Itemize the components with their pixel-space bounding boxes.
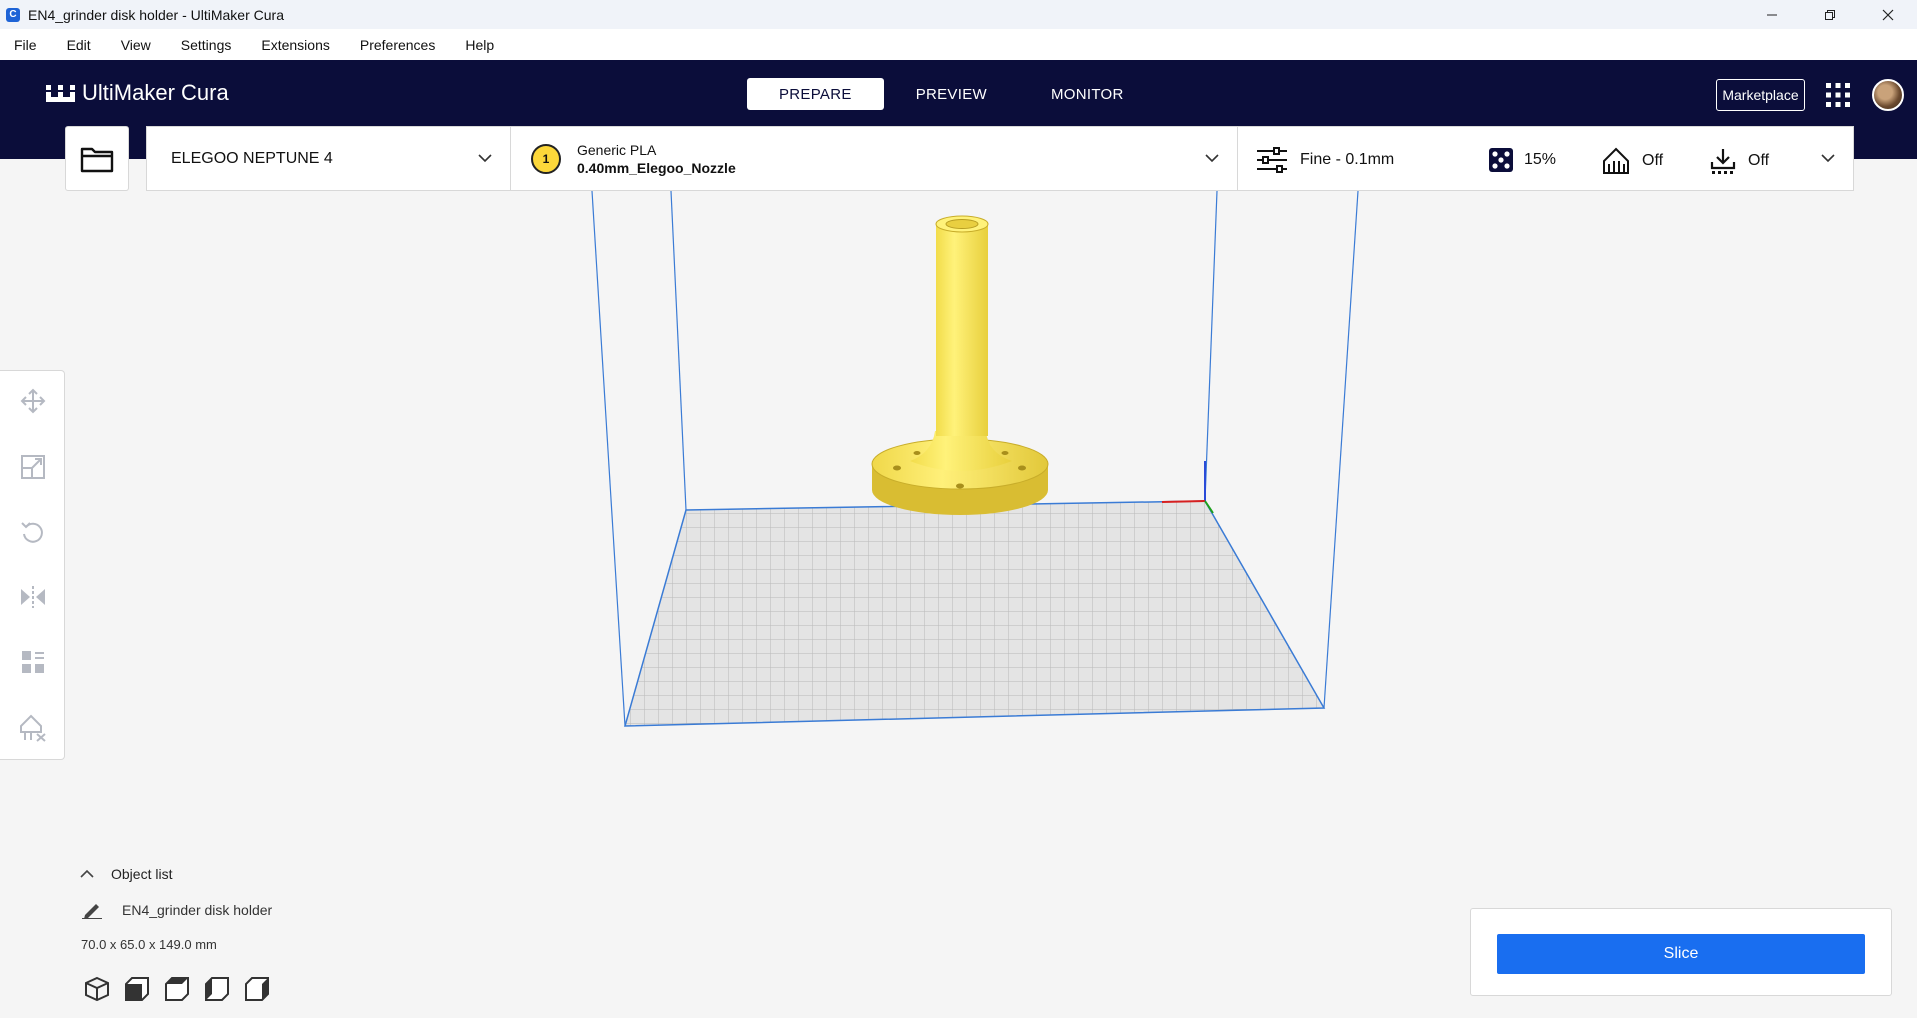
material-name: Generic PLA (577, 141, 657, 158)
view-front-button[interactable] (122, 974, 152, 1004)
front-view-icon (125, 977, 149, 1001)
cura-app-icon: C (6, 7, 20, 22)
object-list-item[interactable]: EN4_grinder disk holder (82, 901, 272, 919)
infill-icon (1489, 148, 1513, 172)
rotate-icon (21, 522, 43, 543)
tool-panel (0, 370, 65, 760)
scale-tool[interactable] (18, 452, 48, 482)
apps-grid-icon[interactable] (1825, 82, 1851, 108)
menu-view[interactable]: View (121, 37, 151, 53)
support-blocker-icon (20, 714, 46, 742)
title-bar: C EN4_grinder disk holder - UltiMaker Cu… (0, 0, 1917, 29)
stage-tabs: PREPARE PREVIEW MONITOR (747, 78, 1156, 110)
view-top-button[interactable] (162, 974, 192, 1004)
infill-value: 15% (1524, 151, 1557, 168)
top-view-icon (165, 977, 189, 1001)
3d-viewport[interactable] (0, 191, 1917, 1018)
support-value: Off (1642, 152, 1664, 169)
profile-setting: Fine - 0.1mm (1256, 147, 1394, 173)
window-title: EN4_grinder disk holder - UltiMaker Cura (28, 6, 284, 23)
chevron-down-icon (1821, 154, 1835, 163)
support-blocker-tool[interactable] (18, 713, 48, 743)
build-volume-edge (670, 191, 687, 511)
build-volume-edge (1323, 191, 1359, 709)
menu-help[interactable]: Help (465, 37, 494, 53)
menu-settings[interactable]: Settings (181, 37, 232, 53)
pencil-icon (82, 904, 102, 919)
menu-file[interactable]: File (14, 37, 37, 53)
restore-button[interactable] (1801, 0, 1859, 29)
adhesion-icon (1710, 149, 1736, 174)
slice-panel: Slice (1470, 908, 1892, 996)
folder-icon (80, 147, 114, 172)
move-tool[interactable] (18, 386, 48, 416)
close-button[interactable] (1859, 0, 1917, 29)
view-right-button[interactable] (242, 974, 272, 1004)
mirror-icon (21, 586, 45, 608)
left-view-icon (205, 977, 229, 1001)
adhesion-setting: Off (1710, 147, 1769, 175)
menu-preferences[interactable]: Preferences (360, 37, 435, 53)
rotate-tool[interactable] (18, 517, 48, 547)
object-list-label: Object list (111, 866, 173, 882)
per-model-settings-icon (22, 651, 44, 673)
3d-view-icon (85, 976, 109, 1002)
tab-monitor[interactable]: MONITOR (1019, 78, 1156, 110)
right-view-icon (245, 977, 269, 1001)
view-left-button[interactable] (202, 974, 232, 1004)
printer-selector[interactable]: ELEGOO NEPTUNE 4 (146, 126, 511, 191)
tab-prepare[interactable]: PREPARE (747, 78, 884, 110)
build-volume-edge (1204, 191, 1218, 502)
support-setting: Off (1602, 147, 1663, 175)
sliders-icon (1257, 147, 1287, 173)
material-selector[interactable]: 1 Generic PLA 0.40mm_Elegoo_Nozzle (510, 126, 1238, 191)
object-dimensions: 70.0 x 65.0 x 149.0 mm (81, 937, 217, 952)
tab-preview[interactable]: PREVIEW (884, 78, 1019, 110)
model-en4-grinder-disk-holder[interactable] (871, 215, 1049, 515)
chevron-down-icon (1205, 154, 1219, 163)
ultimaker-logo-icon (46, 85, 75, 102)
axis-x (1161, 500, 1206, 503)
infill-setting: 15% (1488, 147, 1556, 173)
printer-name: ELEGOO NEPTUNE 4 (171, 149, 333, 167)
ultimaker-logo: UltiMaker Cura (46, 80, 229, 106)
open-file-button[interactable] (65, 126, 129, 191)
user-avatar[interactable] (1872, 79, 1904, 111)
move-icon (20, 388, 46, 414)
camera-view-buttons (82, 974, 282, 1004)
slice-button[interactable]: Slice (1497, 934, 1865, 974)
object-list-toggle[interactable]: Object list (80, 866, 172, 882)
chevron-up-icon (80, 869, 94, 878)
mirror-tool[interactable] (18, 582, 48, 612)
adhesion-value: Off (1748, 152, 1770, 169)
build-plate (624, 500, 1326, 727)
support-icon (1603, 147, 1629, 174)
print-settings-selector[interactable]: Fine - 0.1mm 15% Off Off (1237, 126, 1854, 191)
menu-extensions[interactable]: Extensions (261, 37, 329, 53)
minimize-button[interactable] (1743, 0, 1801, 29)
menu-edit[interactable]: Edit (67, 37, 91, 53)
extruder-badge: 1 (531, 143, 561, 174)
object-name: EN4_grinder disk holder (122, 902, 273, 918)
logo-text: UltiMaker Cura (82, 80, 229, 105)
nozzle-name: 0.40mm_Elegoo_Nozzle (577, 159, 736, 176)
per-model-settings-tool[interactable] (18, 647, 48, 677)
chevron-down-icon (478, 154, 492, 163)
build-volume-edge (591, 191, 626, 727)
profile-label: Fine - 0.1mm (1300, 151, 1395, 168)
view-3d-button[interactable] (82, 974, 112, 1004)
scale-icon (21, 455, 45, 479)
marketplace-button[interactable]: Marketplace (1716, 79, 1805, 111)
menu-bar: File Edit View Settings Extensions Prefe… (0, 29, 1917, 60)
